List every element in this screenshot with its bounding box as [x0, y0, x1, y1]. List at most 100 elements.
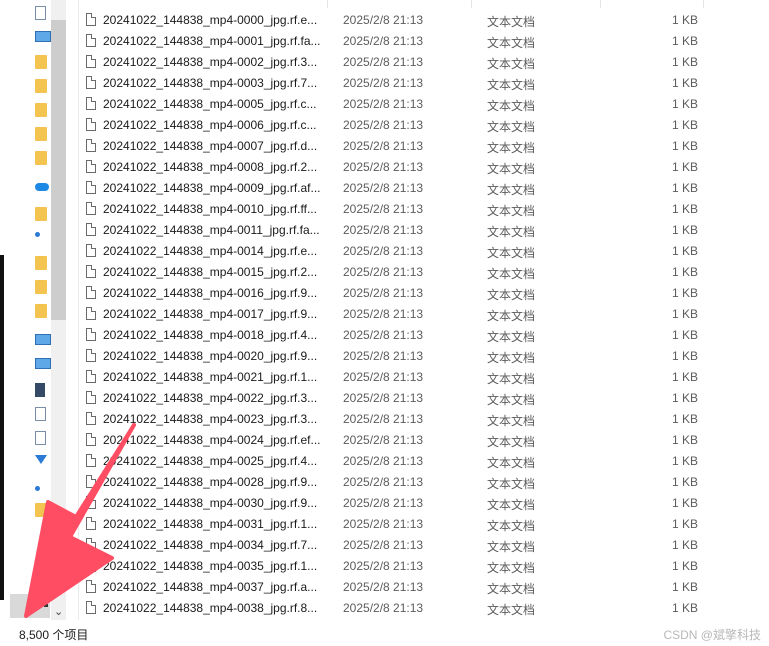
- file-date-modified: 2025/2/8 21:13: [343, 286, 424, 300]
- file-type: 文本文档: [487, 141, 536, 155]
- file-name: 20241022_144838_mp4-0038_jpg.rf.8...: [103, 601, 318, 615]
- folder-icon[interactable]: [35, 103, 47, 117]
- file-row[interactable]: 20241022_144838_mp4-0014_jpg.rf.e... 2025…: [80, 241, 760, 262]
- file-row[interactable]: 20241022_144838_mp4-0016_jpg.rf.9... 2025…: [80, 283, 760, 304]
- folder-icon[interactable]: [35, 280, 47, 294]
- file-type: 文本文档: [487, 225, 536, 239]
- download-icon[interactable]: [35, 455, 47, 464]
- nav-scrollbar-thumb[interactable]: [51, 20, 66, 320]
- column-divider[interactable]: [600, 0, 601, 8]
- column-divider[interactable]: [471, 0, 472, 8]
- doc-icon[interactable]: [35, 6, 46, 20]
- file-row[interactable]: 20241022_144838_mp4-0025_jpg.rf.4... 2025…: [80, 451, 760, 472]
- file-type: 文本文档: [487, 36, 536, 50]
- pc-icon[interactable]: [35, 334, 51, 345]
- file-row[interactable]: 20241022_144838_mp4-0017_jpg.rf.9... 2025…: [80, 304, 760, 325]
- file-row[interactable]: 20241022_144838_mp4-0005_jpg.rf.c... 2025…: [80, 94, 760, 115]
- folder-icon[interactable]: [35, 151, 47, 165]
- dark-icon[interactable]: [35, 383, 45, 397]
- file-date-modified: 2025/2/8 21:13: [343, 118, 424, 132]
- file-size: 1 KB: [671, 118, 698, 132]
- file-row[interactable]: 20241022_144838_mp4-0022_jpg.rf.3... 2025…: [80, 388, 760, 409]
- folder-icon[interactable]: [35, 256, 47, 270]
- file-size: 1 KB: [671, 538, 698, 552]
- file-row[interactable]: 20241022_144838_mp4-0003_jpg.rf.7... 2025…: [80, 73, 760, 94]
- file-row[interactable]: 20241022_144838_mp4-0037_jpg.rf.a... 2025…: [80, 577, 760, 598]
- item-count: 8,500 个项目: [19, 628, 89, 642]
- file-row[interactable]: 20241022_144838_mp4-0001_jpg.rf.fa... 202…: [80, 31, 760, 52]
- file-row[interactable]: 20241022_144838_mp4-0031_jpg.rf.1... 2025…: [80, 514, 760, 535]
- file-row[interactable]: 20241022_144838_mp4-0009_jpg.rf.af... 202…: [80, 178, 760, 199]
- dot-icon[interactable]: [35, 486, 40, 491]
- file-list[interactable]: 20241022_144838_mp4-0000_jpg.rf.e... 2025…: [80, 0, 769, 620]
- nav-item-marker: [44, 604, 48, 607]
- folder-icon[interactable]: [35, 79, 47, 93]
- file-type: 文本文档: [487, 78, 536, 92]
- file-date-modified: 2025/2/8 21:13: [343, 244, 424, 258]
- folder-icon[interactable]: [35, 207, 47, 221]
- pane-divider[interactable]: [78, 0, 79, 620]
- navigation-pane[interactable]: ⌄: [5, 0, 66, 620]
- file-size: 1 KB: [671, 433, 698, 447]
- folder-icon[interactable]: [35, 55, 47, 69]
- file-row[interactable]: 20241022_144838_mp4-0010_jpg.rf.ff... 202…: [80, 199, 760, 220]
- text-file-icon: [86, 412, 96, 425]
- file-row[interactable]: 20241022_144838_mp4-0011_jpg.rf.fa... 202…: [80, 220, 760, 241]
- scroll-down-icon[interactable]: ⌄: [54, 605, 63, 618]
- file-row[interactable]: 20241022_144838_mp4-0023_jpg.rf.3... 2025…: [80, 409, 760, 430]
- file-size: 1 KB: [671, 559, 698, 573]
- file-date-modified: 2025/2/8 21:13: [343, 349, 424, 363]
- text-file-icon: [86, 601, 96, 614]
- file-size: 1 KB: [671, 55, 698, 69]
- file-row[interactable]: 20241022_144838_mp4-0002_jpg.rf.3... 2025…: [80, 52, 760, 73]
- file-row[interactable]: 20241022_144838_mp4-0000_jpg.rf.e... 2025…: [80, 10, 760, 31]
- nav-item-selected[interactable]: [10, 594, 50, 618]
- desktop-icon[interactable]: [35, 358, 51, 369]
- doc-icon[interactable]: [35, 431, 46, 445]
- doc-icon[interactable]: [35, 407, 46, 421]
- file-name: 20241022_144838_mp4-0006_jpg.rf.c...: [103, 118, 317, 132]
- file-size: 1 KB: [671, 97, 698, 111]
- cloud-icon[interactable]: [35, 183, 49, 191]
- folder-icon[interactable]: [35, 304, 47, 318]
- file-row[interactable]: 20241022_144838_mp4-0024_jpg.rf.ef... 202…: [80, 430, 760, 451]
- file-row[interactable]: 20241022_144838_mp4-0021_jpg.rf.1... 2025…: [80, 367, 760, 388]
- file-row[interactable]: 20241022_144838_mp4-0006_jpg.rf.c... 2025…: [80, 115, 760, 136]
- file-size: 1 KB: [671, 412, 698, 426]
- text-file-icon: [86, 244, 96, 257]
- file-date-modified: 2025/2/8 21:13: [343, 202, 424, 216]
- file-name: 20241022_144838_mp4-0021_jpg.rf.1...: [103, 370, 318, 384]
- network-icon[interactable]: [35, 232, 40, 237]
- nav-scrollbar[interactable]: ⌄: [51, 0, 66, 620]
- file-row[interactable]: 20241022_144838_mp4-0008_jpg.rf.2... 2025…: [80, 157, 760, 178]
- text-file-icon: [86, 454, 96, 467]
- file-type: 文本文档: [487, 99, 536, 113]
- file-row[interactable]: 20241022_144838_mp4-0038_jpg.rf.8... 2025…: [80, 598, 760, 619]
- file-row[interactable]: 20241022_144838_mp4-0018_jpg.rf.4... 2025…: [80, 325, 760, 346]
- text-file-icon: [86, 307, 96, 320]
- pc-icon[interactable]: [35, 31, 51, 42]
- text-file-icon: [86, 559, 96, 572]
- file-row[interactable]: 20241022_144838_mp4-0034_jpg.rf.7... 2025…: [80, 535, 760, 556]
- file-date-modified: 2025/2/8 21:13: [343, 538, 424, 552]
- file-date-modified: 2025/2/8 21:13: [343, 433, 424, 447]
- file-row[interactable]: 20241022_144838_mp4-0030_jpg.rf.9... 2025…: [80, 493, 760, 514]
- column-divider[interactable]: [327, 0, 328, 8]
- file-row[interactable]: 20241022_144838_mp4-0020_jpg.rf.9... 2025…: [80, 346, 760, 367]
- file-row[interactable]: 20241022_144838_mp4-0015_jpg.rf.2... 2025…: [80, 262, 760, 283]
- file-row[interactable]: 20241022_144838_mp4-0007_jpg.rf.d... 2025…: [80, 136, 760, 157]
- file-type: 文本文档: [487, 309, 536, 323]
- file-type: 文本文档: [487, 330, 536, 344]
- file-name: 20241022_144838_mp4-0035_jpg.rf.1...: [103, 559, 318, 573]
- text-file-icon: [86, 580, 96, 593]
- column-divider[interactable]: [703, 0, 704, 8]
- file-type: 文本文档: [487, 372, 536, 386]
- file-name: 20241022_144838_mp4-0018_jpg.rf.4...: [103, 328, 318, 342]
- folder-icon[interactable]: [35, 127, 47, 141]
- file-size: 1 KB: [671, 496, 698, 510]
- file-row[interactable]: 20241022_144838_mp4-0028_jpg.rf.9... 2025…: [80, 472, 760, 493]
- file-type: 文本文档: [487, 351, 536, 365]
- file-row[interactable]: 20241022_144838_mp4-0035_jpg.rf.1... 2025…: [80, 556, 760, 577]
- folder-icon[interactable]: [35, 503, 47, 517]
- file-date-modified: 2025/2/8 21:13: [343, 160, 424, 174]
